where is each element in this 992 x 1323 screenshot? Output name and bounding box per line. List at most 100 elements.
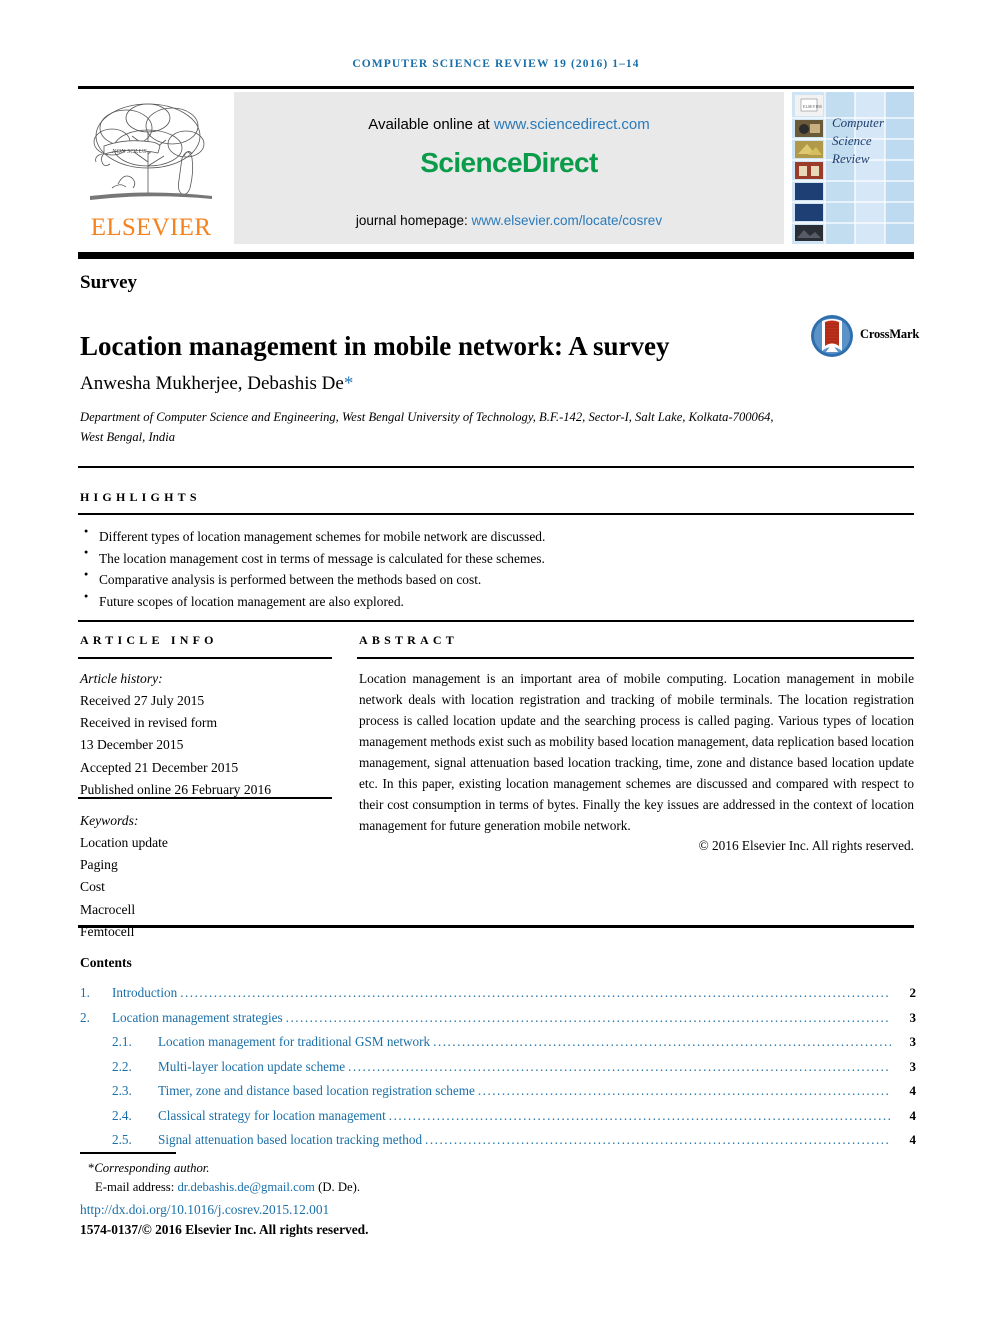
highlights-list: Different types of location management s… bbox=[84, 526, 884, 613]
toc-page-number: 4 bbox=[909, 1132, 917, 1147]
journal-header-band: NON SOLUS ELSEVIER Available online at w… bbox=[78, 92, 914, 244]
toc-entry[interactable]: 2.3. Timer, zone and distance based loca… bbox=[80, 1083, 916, 1108]
keyword-item: Macrocell bbox=[80, 901, 136, 917]
crossmark-badge[interactable]: CrossMark bbox=[810, 314, 930, 360]
toc-leader: ........................................… bbox=[477, 1083, 891, 1098]
toc-entry[interactable]: 1. Introduction ........................… bbox=[80, 985, 916, 1010]
contents-heading: Contents bbox=[80, 955, 132, 970]
issn-copyright-line: 1574-0137/© 2016 Elsevier Inc. All right… bbox=[80, 1222, 369, 1238]
available-online-label: Available online at bbox=[368, 116, 494, 133]
table-of-contents: 1. Introduction ........................… bbox=[80, 985, 916, 1157]
toc-page-number: 3 bbox=[909, 1034, 917, 1049]
toc-number: 2.5. bbox=[112, 1132, 132, 1147]
toc-entry[interactable]: 2.4. Classical strategy for location man… bbox=[80, 1108, 916, 1133]
doi-link[interactable]: http://dx.doi.org/10.1016/j.cosrev.2015.… bbox=[80, 1200, 600, 1220]
email-suffix: (D. De). bbox=[314, 1180, 361, 1195]
page-title: Location management in mobile network: A… bbox=[80, 331, 670, 362]
article-info-heading: ARTICLE INFO bbox=[80, 633, 218, 647]
journal-cover-art: ELSEVIER Computer Science Review bbox=[792, 92, 914, 244]
list-item: Comparative analysis is performed betwee… bbox=[84, 569, 884, 591]
article-history: Article history: Received 27 July 2015 R… bbox=[80, 668, 330, 801]
contents-top-rule bbox=[78, 925, 914, 928]
toc-page-number: 3 bbox=[909, 1009, 917, 1025]
keyword-item: Location update bbox=[80, 835, 168, 851]
list-item: Different types of location management s… bbox=[84, 526, 884, 548]
elsevier-logo: NON SOLUS ELSEVIER bbox=[78, 92, 224, 244]
sciencedirect-logo-direct: Direct bbox=[521, 147, 598, 178]
toc-leader: ........................................… bbox=[433, 1034, 891, 1049]
toc-label[interactable]: Location management for traditional GSM … bbox=[158, 1034, 430, 1050]
toc-leader: ........................................… bbox=[180, 985, 891, 1000]
article-type-label: Survey bbox=[80, 272, 137, 293]
journal-homepage-label: journal homepage: bbox=[355, 213, 472, 228]
toc-page-number: 2 bbox=[909, 985, 917, 1000]
toc-label[interactable]: Multi-layer location update scheme bbox=[158, 1059, 345, 1075]
toc-leader: ........................................… bbox=[348, 1058, 891, 1074]
articleinfo-top-rule bbox=[78, 620, 914, 622]
sciencedirect-logo-science: Science bbox=[420, 147, 522, 178]
crossmark-label: CrossMark bbox=[860, 327, 920, 341]
article-history-line: Accepted 21 December 2015 bbox=[80, 759, 239, 775]
articleinfo-divider-rule bbox=[78, 657, 332, 659]
running-head: COMPUTER SCIENCE REVIEW 19 (2016) 1–14 bbox=[352, 58, 640, 70]
toc-entry[interactable]: 2.5. Signal attenuation based location t… bbox=[80, 1132, 916, 1157]
available-online-line: Available online at www.sciencedirect.co… bbox=[234, 116, 784, 133]
email-label: E-mail address: bbox=[95, 1180, 178, 1195]
sciencedirect-banner: Available online at www.sciencedirect.co… bbox=[234, 92, 784, 244]
sciencedirect-link[interactable]: www.sciencedirect.com bbox=[494, 116, 650, 133]
journal-homepage-link[interactable]: www.elsevier.com/locate/cosrev bbox=[472, 213, 663, 228]
toc-label[interactable]: Signal attenuation based location tracki… bbox=[158, 1132, 422, 1148]
toc-number: 2.4. bbox=[112, 1107, 132, 1123]
elsevier-tree-icon: NON SOLUS bbox=[90, 103, 212, 200]
toc-page-number: 4 bbox=[909, 1107, 917, 1123]
toc-page-number: 4 bbox=[909, 1083, 917, 1098]
toc-label[interactable]: Timer, zone and distance based location … bbox=[158, 1083, 475, 1099]
list-item: The location management cost in terms of… bbox=[84, 547, 884, 570]
toc-entry[interactable]: 2. Location management strategies ......… bbox=[80, 1010, 916, 1035]
highlights-top-rule bbox=[78, 466, 914, 468]
email-note: E-mail address: dr.debashis.de@gmail.com… bbox=[88, 1178, 608, 1197]
author-list: Anwesha Mukherjee, Debashis De* bbox=[80, 373, 353, 395]
doi-block: http://dx.doi.org/10.1016/j.cosrev.2015.… bbox=[80, 1200, 600, 1240]
toc-leader: ........................................… bbox=[425, 1132, 891, 1147]
email-link[interactable]: dr.debashis.de@gmail.com bbox=[177, 1180, 314, 1194]
svg-text:NON SOLUS: NON SOLUS bbox=[111, 148, 147, 155]
highlights-divider-rule bbox=[78, 513, 914, 515]
toc-label[interactable]: Location management strategies bbox=[112, 1010, 283, 1026]
crossmark-icon bbox=[811, 315, 853, 357]
article-history-line: Received 27 July 2015 bbox=[80, 693, 205, 709]
affiliation: Department of Computer Science and Engin… bbox=[80, 410, 774, 444]
header-top-rule bbox=[78, 86, 914, 89]
article-history-line: 13 December 2015 bbox=[80, 737, 184, 753]
elsevier-wordmark: ELSEVIER bbox=[90, 214, 212, 241]
corresponding-author-note: *Corresponding author. bbox=[88, 1159, 608, 1178]
toc-number: 2.3. bbox=[112, 1083, 132, 1098]
toc-label[interactable]: Introduction bbox=[112, 985, 177, 1001]
toc-entry[interactable]: 2.2. Multi-layer location update scheme … bbox=[80, 1059, 916, 1084]
footnote-block: *Corresponding author. E-mail address: d… bbox=[88, 1159, 608, 1198]
abstract-divider-rule bbox=[357, 657, 914, 659]
toc-leader: ........................................… bbox=[388, 1107, 891, 1123]
author-names: Anwesha Mukherjee, Debashis De bbox=[80, 373, 344, 394]
highlights-heading: HIGHLIGHTS bbox=[80, 490, 201, 504]
keywords-block: Keywords: Location update Paging Cost Ma… bbox=[80, 810, 330, 943]
toc-number: 1. bbox=[80, 985, 90, 1000]
svg-text:Science: Science bbox=[832, 133, 872, 148]
abstract-copyright: © 2016 Elsevier Inc. All rights reserved… bbox=[698, 838, 914, 853]
abstract-heading: ABSTRACT bbox=[359, 633, 458, 647]
footnote-rule bbox=[80, 1152, 176, 1154]
toc-entry[interactable]: 2.1. Location management for traditional… bbox=[80, 1034, 916, 1059]
toc-label[interactable]: Classical strategy for location manageme… bbox=[158, 1108, 386, 1124]
corresponding-author-text: Corresponding author. bbox=[94, 1161, 210, 1175]
keywords-label: Keywords: bbox=[80, 813, 139, 828]
svg-text:ELSEVIER: ELSEVIER bbox=[803, 104, 822, 109]
keyword-item: Cost bbox=[80, 879, 105, 895]
toc-page-number: 3 bbox=[909, 1058, 917, 1074]
svg-text:Computer: Computer bbox=[832, 115, 885, 130]
toc-number: 2. bbox=[80, 1009, 90, 1025]
article-history-line: Received in revised form bbox=[80, 715, 218, 731]
sciencedirect-logo: ScienceDirect bbox=[234, 147, 784, 179]
toc-leader: ........................................… bbox=[285, 1009, 891, 1025]
journal-cover-thumbnail: ELSEVIER Computer Science Review bbox=[792, 92, 914, 244]
journal-article-page: COMPUTER SCIENCE REVIEW 19 (2016) 1–14 N… bbox=[0, 0, 992, 1323]
